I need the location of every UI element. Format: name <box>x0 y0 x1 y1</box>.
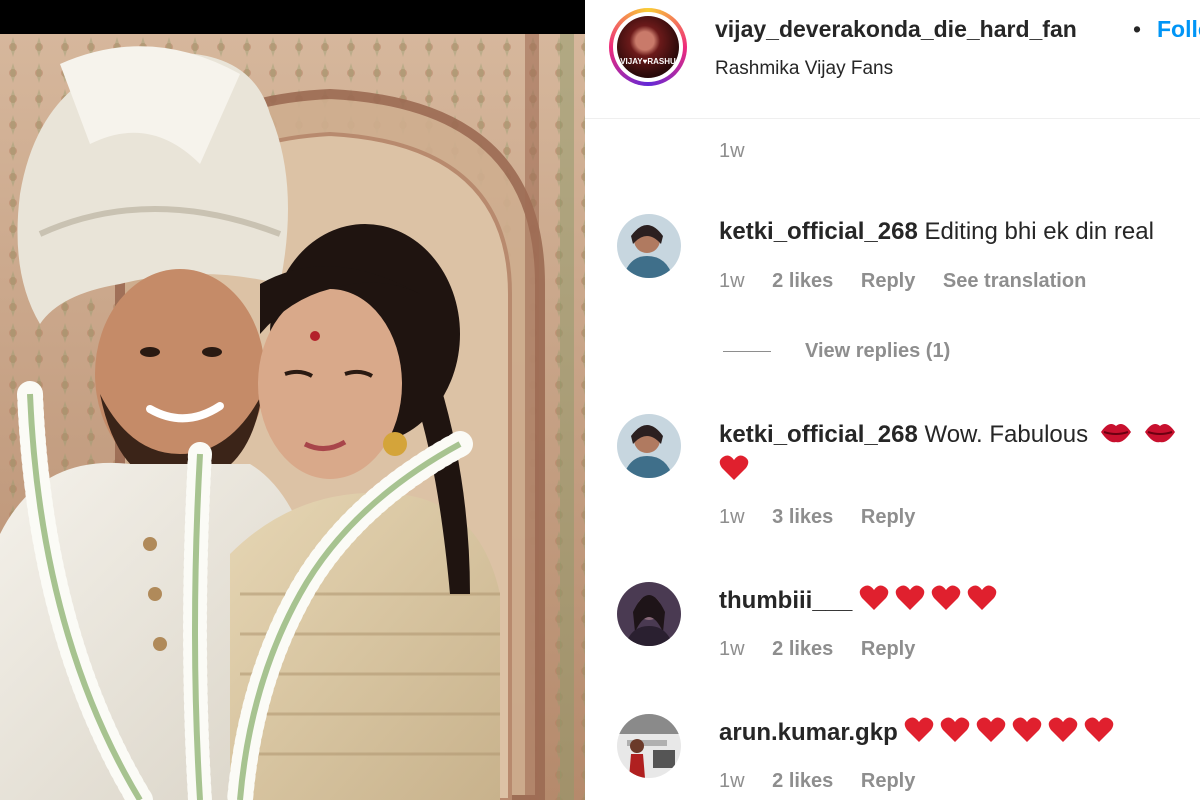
avatar[interactable] <box>617 414 681 478</box>
separator-dot: • <box>1133 16 1142 42</box>
comment-text: arun.kumar.gkp <box>719 716 1120 747</box>
caption-timestamp[interactable]: 1w <box>719 140 745 163</box>
comment-text-line2 <box>719 454 755 485</box>
comment-text: ketki_official_268 Wow. Fabulous <box>719 418 1177 449</box>
heart-icon <box>895 585 925 610</box>
comment-likes[interactable]: 2 likes <box>772 770 833 793</box>
comment-text: thumbiii___ <box>719 584 1003 615</box>
account-avatar[interactable]: VIJAY♥RASHU <box>617 16 679 78</box>
heart-icon <box>1013 717 1042 742</box>
comment-likes[interactable]: 3 likes <box>772 506 833 529</box>
comment-time[interactable]: 1w <box>719 270 745 293</box>
avatar-text: VIJAY♥RASHU <box>620 57 676 66</box>
heart-icon <box>967 585 997 610</box>
comment-likes[interactable]: 2 likes <box>772 638 833 661</box>
post-header: VIJAY♥RASHU vijay_deverakonda_die_hard_f… <box>585 0 1200 119</box>
comment-likes[interactable]: 2 likes <box>772 270 833 293</box>
account-username[interactable]: vijay_deverakonda_die_hard_fan <box>715 16 1077 43</box>
reply-button[interactable]: Reply <box>861 270 915 293</box>
story-ring[interactable]: VIJAY♥RASHU <box>609 8 687 86</box>
post-image[interactable] <box>0 0 585 800</box>
comment-time[interactable]: 1w <box>719 506 745 529</box>
see-translation-button[interactable]: See translation <box>943 270 1086 293</box>
comment-meta: 1w 2 likes Reply See translation <box>719 270 1108 293</box>
comment-time[interactable]: 1w <box>719 770 745 793</box>
comment-username[interactable]: arun.kumar.gkp <box>719 719 898 746</box>
lips-icon <box>1145 424 1176 443</box>
comment-meta: 1w 2 likes Reply <box>719 638 937 661</box>
heart-icon <box>1049 717 1078 742</box>
comment-username[interactable]: ketki_official_268 <box>719 421 918 448</box>
comments-panel: VIJAY♥RASHU vijay_deverakonda_die_hard_f… <box>585 0 1200 800</box>
comment-body: Editing bhi ek din real <box>924 218 1154 245</box>
reply-button[interactable]: Reply <box>861 638 915 661</box>
comment-username[interactable]: ketki_official_268 <box>719 218 918 245</box>
comment-body: Wow. Fabulous <box>924 421 1089 448</box>
reply-button[interactable]: Reply <box>861 506 915 529</box>
comment-text: ketki_official_268 Editing bhi ek din re… <box>719 218 1154 246</box>
avatar[interactable] <box>617 714 681 778</box>
avatar[interactable] <box>617 214 681 278</box>
comment-meta: 1w 2 likes Reply <box>719 770 937 793</box>
reply-button[interactable]: Reply <box>861 770 915 793</box>
heart-icon <box>941 717 970 742</box>
heart-icon <box>719 455 749 480</box>
comment-username[interactable]: thumbiii___ <box>719 587 852 614</box>
avatar[interactable] <box>617 582 681 646</box>
heart-icon <box>859 585 889 610</box>
heart-icon <box>1085 717 1114 742</box>
account-subtitle[interactable]: Rashmika Vijay Fans <box>715 58 893 80</box>
follow-button[interactable]: Follow <box>1157 16 1200 43</box>
lips-icon <box>1100 424 1131 443</box>
comment-meta: 1w 3 likes Reply <box>719 506 937 529</box>
image-top-bar <box>0 0 585 34</box>
view-replies-label: View replies (1) <box>805 340 951 362</box>
replies-divider <box>723 351 771 353</box>
view-replies-button[interactable]: View replies (1) <box>723 340 950 363</box>
heart-icon <box>905 717 934 742</box>
heart-icon <box>931 585 961 610</box>
comment-time[interactable]: 1w <box>719 638 745 661</box>
heart-icon <box>977 717 1006 742</box>
wedding-couple-photo <box>0 34 585 800</box>
